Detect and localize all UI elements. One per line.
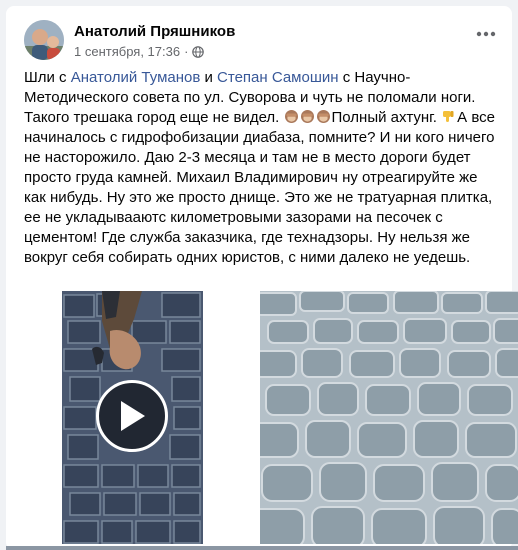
post-card: Анатолий Пряшников 1 сентября, 17:36 · Ш… — [6, 6, 518, 550]
post-text-part: Полный ахтунг. — [331, 109, 442, 126]
post-text-part: и — [200, 69, 218, 86]
more-horizontal-icon — [476, 31, 496, 37]
author-name[interactable]: Анатолий Пряшников — [74, 23, 235, 40]
post-text: Шли с Анатолий Туманов и Степан Самошин … — [24, 68, 496, 268]
post-video[interactable] — [62, 291, 203, 544]
post-text-part: Шли с — [24, 69, 71, 86]
mention-link[interactable]: Анатолий Туманов — [71, 69, 201, 86]
play-button[interactable] — [96, 380, 168, 452]
see-no-evil-monkey-icon — [300, 109, 315, 124]
media-strip — [6, 546, 518, 550]
post-photo[interactable] — [260, 291, 518, 544]
timestamp[interactable]: 1 сентября, 17:36 — [74, 44, 180, 59]
see-no-evil-monkey-icon — [284, 109, 299, 124]
mention-link[interactable]: Степан Самошин — [217, 69, 339, 86]
more-options-button[interactable] — [472, 20, 500, 48]
play-icon — [121, 401, 145, 431]
meta-separator: · — [184, 44, 189, 59]
post-text-part: А все начиналось с гидрофобизации диабаз… — [24, 109, 495, 266]
avatar[interactable] — [24, 20, 64, 60]
post-meta: 1 сентября, 17:36 · — [74, 44, 205, 59]
cobblestone-photo — [260, 291, 518, 544]
see-no-evil-monkey-icon — [316, 109, 331, 124]
globe-icon[interactable] — [192, 45, 205, 58]
thumbs-down-icon — [441, 109, 456, 124]
